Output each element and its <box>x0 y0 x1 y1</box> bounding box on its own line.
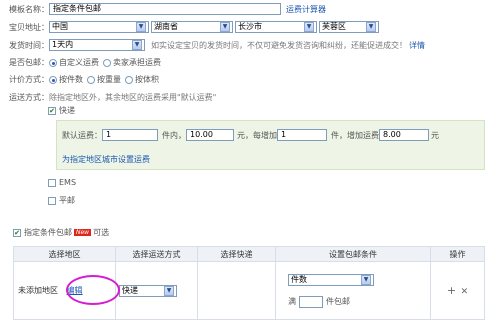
full-qty-input[interactable] <box>299 295 323 308</box>
ping-checkbox[interactable] <box>48 196 56 205</box>
shipping-calculator-link[interactable]: 运费计算器 <box>286 4 326 15</box>
unit-qty-text: 件内， <box>162 130 186 140</box>
by-volume-radio[interactable] <box>125 75 133 84</box>
pricing-row: 计价方式： 按件数 按重量 按体积 <box>9 74 159 85</box>
condition-cell: 件数 ▼ 满 件包邮 <box>275 261 431 320</box>
unit-yuan-text: 元 <box>431 130 439 140</box>
first-qty-input[interactable]: 1 <box>102 129 158 141</box>
ping-row: 平邮 <box>48 195 75 206</box>
chevron-down-icon: ▼ <box>132 40 142 50</box>
mode-select[interactable]: 快递 ▼ <box>119 284 177 297</box>
city-select[interactable]: 长沙市 ▼ <box>235 21 317 33</box>
by-count-label: 按件数 <box>59 75 83 84</box>
chevron-down-icon: ▼ <box>136 22 146 32</box>
add-qty-input[interactable]: 1 <box>277 129 327 141</box>
express-label: 快递 <box>59 106 75 115</box>
conditional-label: 指定条件包邮 <box>24 228 72 237</box>
province-select[interactable]: 湖南省 ▼ <box>151 21 233 33</box>
custom-fee-label: 自定义运费 <box>59 58 99 67</box>
express-row: ✔ 快递 <box>48 105 75 116</box>
by-weight-label: 按重量 <box>97 75 121 84</box>
template-name-row: 模板名称： 指定条件包邮 运费计算器 <box>9 3 326 15</box>
new-badge: New <box>74 229 92 236</box>
full-qty-row: 满 件包邮 <box>288 295 430 308</box>
close-icon[interactable]: ✕ <box>461 287 469 297</box>
ems-label: EMS <box>59 178 77 187</box>
header-action: 操作 <box>430 246 485 262</box>
ship-time-label: 发货时间： <box>9 40 49 50</box>
district-value: 芙蓉区 <box>322 22 346 31</box>
country-value: 中国 <box>52 22 68 31</box>
ship-time-hint: 如实设定宝贝的发货时间，不仅可避免发货咨询和纠纷，还能促进成交！ <box>151 40 407 50</box>
default-fee-panel: 默认运费： 1 件内， 10.00 元，每增加 1 件，增加运费 8.00 元 … <box>56 120 485 170</box>
by-volume-label: 按体积 <box>135 75 159 84</box>
conditional-suffix: 可选 <box>93 228 110 237</box>
unit-add-text: 件，增加运费 <box>331 130 379 140</box>
condition-value: 件数 <box>291 274 307 284</box>
district-select[interactable]: 芙蓉区 ▼ <box>319 21 379 33</box>
city-value: 长沙市 <box>238 22 262 31</box>
city-fee-link[interactable]: 为指定地区城市设置运费 <box>62 154 150 165</box>
shipping-mode-row: 运送方式： 除指定地区外，其余地区的运费采用"默认运费" <box>9 92 216 103</box>
ship-time-row: 发货时间： 1天内 ▼ 如实设定宝贝的发货时间，不仅可避免发货咨询和纠纷，还能促… <box>9 39 425 51</box>
free-ship-row: 是否包邮： 自定义运费 卖家承担运费 <box>9 57 161 68</box>
conditional-checkbox[interactable]: ✔ <box>13 228 21 237</box>
mode-value: 快递 <box>122 285 138 295</box>
city-link-row: 为指定地区城市设置运费 <box>62 154 150 165</box>
ship-time-detail-link[interactable]: 详情 <box>409 40 425 51</box>
chevron-down-icon: ▼ <box>304 22 314 32</box>
conditional-row: ✔ 指定条件包邮 New 可选 <box>13 227 109 238</box>
chevron-down-icon: ▼ <box>366 22 376 32</box>
address-row: 宝贝地址： 中国 ▼ 湖南省 ▼ 长沙市 ▼ 芙蓉区 ▼ <box>9 21 379 33</box>
province-value: 湖南省 <box>154 22 178 31</box>
express-cell <box>197 261 276 320</box>
header-express: 选择快递 <box>197 246 276 262</box>
header-mode: 选择运送方式 <box>115 246 198 262</box>
default-fee-label: 默认运费： <box>62 130 102 140</box>
area-text: 未添加地区 <box>18 286 58 295</box>
chevron-down-icon: ▼ <box>361 274 371 285</box>
address-label: 宝贝地址： <box>9 22 49 32</box>
header-area: 选择地区 <box>13 246 116 262</box>
mode-cell: 快递 ▼ <box>115 261 198 320</box>
chevron-down-icon: ▼ <box>164 285 174 296</box>
ship-time-select[interactable]: 1天内 ▼ <box>49 39 145 51</box>
unit-fee-text: 元，每增加 <box>237 130 277 140</box>
highlight-annotation <box>66 275 120 305</box>
table-header-row: 选择地区 选择运送方式 选择快递 设置包邮条件 操作 <box>13 246 485 262</box>
full-prefix: 满 <box>288 297 296 306</box>
add-fee-input[interactable]: 8.00 <box>379 129 429 141</box>
seller-pays-radio[interactable] <box>103 58 111 67</box>
action-cell: + ✕ <box>430 261 485 320</box>
express-checkbox[interactable]: ✔ <box>48 106 56 115</box>
template-name-label: 模板名称： <box>9 4 49 14</box>
header-condition: 设置包邮条件 <box>275 246 431 262</box>
ship-time-value: 1天内 <box>52 40 74 49</box>
seller-pays-label: 卖家承担运费 <box>113 58 161 67</box>
template-name-input[interactable]: 指定条件包邮 <box>49 3 281 15</box>
by-count-radio[interactable] <box>49 75 57 84</box>
condition-select[interactable]: 件数 ▼ <box>288 273 374 286</box>
free-ship-label: 是否包邮： <box>9 58 49 67</box>
shipping-mode-label: 运送方式： <box>9 93 49 102</box>
first-fee-input[interactable]: 10.00 <box>186 129 234 141</box>
shipping-mode-hint: 除指定地区外，其余地区的运费采用"默认运费" <box>49 93 217 102</box>
ems-checkbox[interactable] <box>48 178 56 187</box>
ping-label: 平邮 <box>59 196 75 205</box>
country-select[interactable]: 中国 ▼ <box>49 21 149 33</box>
by-weight-radio[interactable] <box>87 75 95 84</box>
add-icon[interactable]: + <box>447 284 456 297</box>
pricing-label: 计价方式： <box>9 75 49 84</box>
chevron-down-icon: ▼ <box>220 22 230 32</box>
default-fee-row: 默认运费： 1 件内， 10.00 元，每增加 1 件，增加运费 8.00 元 <box>62 129 439 141</box>
ems-row: EMS <box>48 178 76 187</box>
full-suffix: 件包邮 <box>326 297 350 306</box>
custom-fee-radio[interactable] <box>49 58 57 67</box>
